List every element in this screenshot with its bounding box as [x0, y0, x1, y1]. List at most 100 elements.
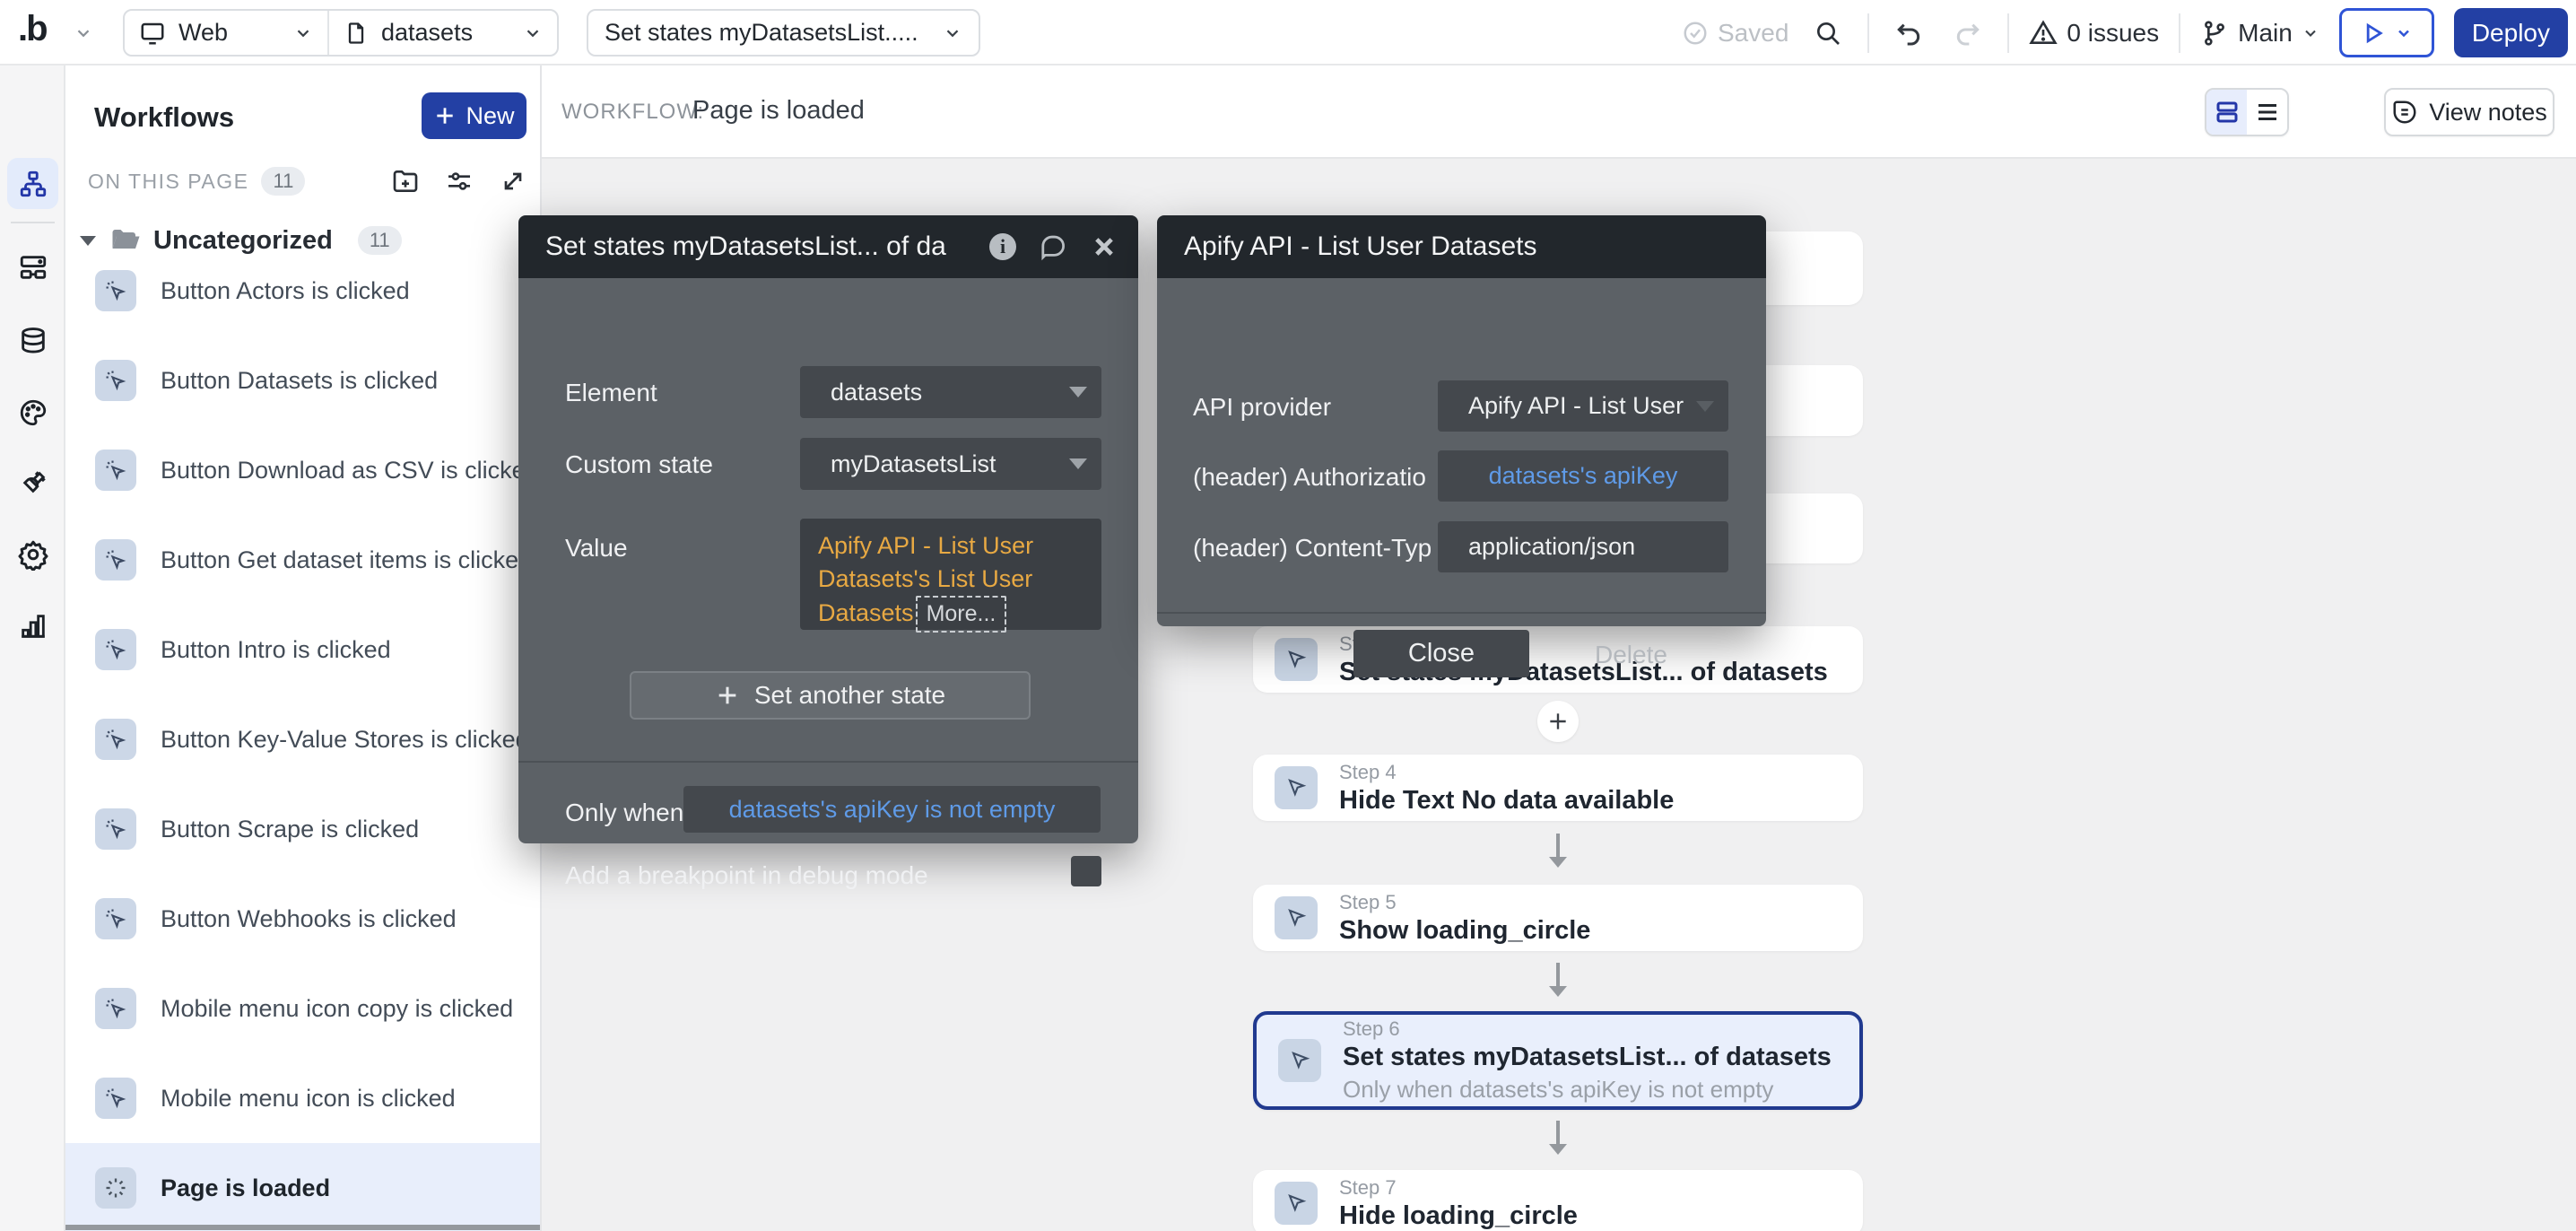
workflow-list-item[interactable]: Button Key-Value Stores is clicked — [65, 694, 540, 784]
filter-sliders-icon[interactable] — [445, 167, 474, 196]
close-button[interactable]: Close — [1353, 630, 1529, 677]
workflow-list-item[interactable]: Button Download as CSV is clicked — [65, 425, 540, 515]
list-view-toggle[interactable] — [2247, 90, 2287, 135]
branch-label: Main — [2238, 19, 2293, 48]
view-notes-button[interactable]: View notes — [2384, 88, 2554, 136]
set-another-state-button[interactable]: Set another state — [630, 671, 1031, 720]
undo-icon[interactable] — [1889, 13, 1928, 53]
element-dropdown[interactable]: datasets — [800, 366, 1101, 418]
toolbar-divider — [1867, 13, 1869, 53]
workflow-list-item[interactable]: Button Get dataset items is clicked — [65, 515, 540, 605]
info-icon[interactable]: i — [989, 233, 1016, 260]
more-button[interactable]: More... — [916, 596, 1007, 633]
preview-chevron-down-icon — [2395, 24, 2413, 42]
value-label: Value — [565, 534, 628, 563]
auth-header-input[interactable]: datasets's apiKey — [1438, 450, 1728, 502]
delete-button[interactable]: Delete — [1595, 641, 1667, 669]
api-provider-dropdown[interactable]: Apify API - List User Dat... — [1438, 380, 1728, 432]
step-title: Set states myDatasetsList... of datasets — [1343, 1043, 1832, 1072]
issues-indicator[interactable]: 0 issues — [2029, 19, 2159, 48]
content-type-input[interactable]: application/json — [1438, 521, 1728, 572]
left-icon-rail — [0, 65, 65, 1231]
cursor-click-icon — [95, 450, 136, 491]
top-toolbar: .b Web datasets — [0, 0, 2576, 65]
on-this-page-label: ON THIS PAGE — [88, 170, 248, 194]
add-step-plus-button[interactable] — [1537, 701, 1579, 742]
element-label: Element — [565, 379, 657, 407]
api-dialog-header[interactable]: Apify API - List User Datasets — [1157, 215, 1766, 278]
value-expression-input[interactable]: Apify API - List User Datasets's List Us… — [800, 519, 1101, 630]
monitor-icon — [139, 20, 166, 47]
comment-bubble-icon[interactable] — [1040, 232, 1068, 261]
settings-gear-icon[interactable] — [7, 528, 58, 580]
add-folder-icon[interactable] — [391, 167, 420, 196]
close-icon[interactable] — [1092, 234, 1117, 259]
note-bubble-icon — [2391, 99, 2418, 126]
workflow-item-label: Mobile menu icon copy is clicked — [161, 995, 513, 1023]
breakpoint-label: Add a breakpoint in debug mode — [565, 861, 928, 890]
api-provider-label: API provider — [1193, 393, 1331, 422]
workflow-selector-dropdown[interactable]: Set states myDatasetsList..... — [587, 9, 980, 57]
step-card-3[interactable]: Step 3 Set states myDatasetsList... of d… — [1253, 626, 1863, 693]
step-card-4[interactable]: Step 4 Hide Text No data available — [1253, 755, 1863, 821]
only-when-condition-input[interactable]: datasets's apiKey is not empty — [683, 786, 1101, 833]
api-call-dialog: Apify API - List User Datasets API provi… — [1157, 215, 1766, 626]
workflow-list-item-selected[interactable]: Page is loaded — [65, 1143, 540, 1231]
step-card-6-selected[interactable]: Step 6 Set states myDatasetsList... of d… — [1253, 1011, 1863, 1110]
value-expression-line3: Datasets — [818, 599, 914, 626]
step-number: Step 7 — [1339, 1176, 1578, 1200]
step-card-5[interactable]: Step 5 Show loading_circle — [1253, 885, 1863, 951]
plugins-plug-icon[interactable] — [7, 458, 58, 509]
step-card-7[interactable]: Step 7 Hide loading_circle — [1253, 1170, 1863, 1231]
workflow-item-label: Button Key-Value Stores is clicked — [161, 726, 529, 754]
workflow-list-item[interactable]: Button Scrape is clicked — [65, 784, 540, 874]
page-picker[interactable]: datasets — [329, 11, 557, 55]
platform-page-picker: Web datasets — [123, 9, 559, 57]
workflow-list-item[interactable]: Button Datasets is clicked — [65, 336, 540, 425]
workflow-list-item[interactable]: Button Webhooks is clicked — [65, 874, 540, 964]
logs-chart-icon[interactable] — [7, 600, 58, 651]
set-another-state-label: Set another state — [754, 681, 945, 710]
logo-chevron-down-icon[interactable] — [74, 23, 93, 43]
content-type-value: application/json — [1468, 533, 1635, 561]
flow-arrow-down-icon — [1540, 1119, 1576, 1158]
api-dialog-body: API provider Apify API - List User Dat..… — [1157, 278, 1766, 626]
workflow-item-label: Button Get dataset items is clicked — [161, 546, 532, 574]
rail-divider — [11, 222, 55, 223]
workflow-list-item[interactable]: Mobile menu icon is clicked — [65, 1053, 540, 1143]
panel-title: Workflows — [94, 101, 234, 134]
panel-horizontal-scrollbar[interactable] — [65, 1225, 540, 1230]
cursor-click-icon — [95, 1078, 136, 1119]
auth-expression: datasets's apiKey — [1489, 462, 1678, 490]
redo-icon[interactable] — [1948, 13, 1988, 53]
components-icon[interactable] — [7, 241, 58, 292]
workflow-item-label: Button Download as CSV is clicked — [161, 457, 539, 485]
new-button-label: New — [466, 102, 514, 130]
set-states-dialog-header[interactable]: Set states myDatasetsList... of da i — [518, 215, 1138, 278]
workflow-list-item[interactable]: Button Intro is clicked — [65, 605, 540, 694]
card-view-toggle[interactable] — [2206, 90, 2247, 135]
search-icon[interactable] — [1808, 13, 1848, 53]
breakpoint-checkbox[interactable] — [1071, 856, 1101, 886]
custom-state-dropdown[interactable]: myDatasetsList — [800, 438, 1101, 490]
workflow-list-item[interactable]: Mobile menu icon copy is clicked — [65, 964, 540, 1053]
workflow-list-item[interactable]: Button Actors is clicked — [65, 246, 540, 336]
platform-picker[interactable]: Web — [125, 11, 327, 55]
styles-palette-icon[interactable] — [7, 387, 58, 438]
bubble-logo[interactable]: .b — [18, 9, 47, 49]
database-icon[interactable] — [7, 315, 58, 366]
page-load-spinner-icon — [95, 1167, 136, 1209]
preview-button[interactable] — [2339, 8, 2434, 57]
workflow-tree-icon[interactable] — [7, 158, 58, 209]
expand-panel-icon[interactable] — [499, 167, 527, 196]
branch-selector[interactable]: Main — [2200, 19, 2319, 48]
toolbar-divider — [2179, 13, 2180, 53]
workflow-item-label: Button Intro is clicked — [161, 636, 391, 664]
view-notes-label: View notes — [2429, 99, 2547, 127]
action-cursor-icon — [1275, 766, 1318, 809]
deploy-button[interactable]: Deploy — [2454, 8, 2568, 57]
new-workflow-button[interactable]: New — [422, 92, 527, 139]
issues-count-label: 0 issues — [2067, 19, 2159, 48]
workflow-item-label: Button Datasets is clicked — [161, 367, 438, 395]
dropdown-caret-icon — [1069, 458, 1087, 469]
